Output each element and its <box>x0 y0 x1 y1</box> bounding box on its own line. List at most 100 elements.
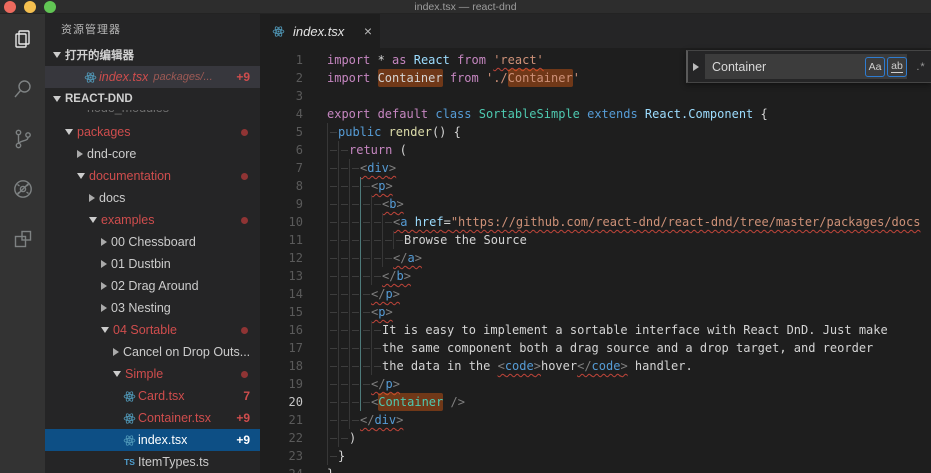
tab-bar: index.tsx × <box>260 14 931 48</box>
code-line[interactable]: 12 </a > <box>260 249 931 267</box>
indent-guide <box>327 375 338 393</box>
react-file-icon <box>121 434 138 447</box>
tree-item-card-tsx[interactable]: Card.tsx 7 <box>45 385 260 407</box>
indent-guide <box>327 321 338 339</box>
extensions-icon[interactable] <box>0 214 45 264</box>
regex-toggle[interactable]: .* <box>911 57 931 77</box>
code-line[interactable]: 19 </p > <box>260 375 931 393</box>
code-line[interactable]: 21 </div > <box>260 411 931 429</box>
chevron-right-icon <box>101 238 107 246</box>
code-token: p <box>378 305 386 319</box>
code-line[interactable]: 6 return ( <box>260 141 931 159</box>
find-toggle-replace-icon[interactable] <box>693 62 699 71</box>
tree-item-00-chessboard[interactable]: 00 Chessboard <box>45 231 260 253</box>
code-token: p <box>378 179 386 193</box>
react-file-icon <box>82 71 99 84</box>
editor-group: index.tsx × Container Aa ab .* 1 import *… <box>260 14 931 473</box>
code-line[interactable]: 14 </p > <box>260 285 931 303</box>
debug-icon[interactable] <box>0 164 45 214</box>
indent-guide <box>338 375 349 393</box>
code-line[interactable]: 15 < p > <box>260 303 931 321</box>
code-line[interactable]: 4 export default class SortableSimple ext… <box>260 105 931 123</box>
tree-item-simple[interactable]: Simple <box>45 363 260 385</box>
tree-item-index-tsx[interactable]: index.tsx +9 <box>45 429 260 451</box>
tree-item-03-nesting[interactable]: 03 Nesting <box>45 297 260 319</box>
open-editor-item[interactable]: index.tsx packages/... +9 <box>45 66 260 88</box>
tree-item-itemtypes-ts[interactable]: TS ItemTypes.ts <box>45 451 260 473</box>
explorer-icon[interactable] <box>0 14 45 64</box>
code-line[interactable]: 13 </b > <box>260 267 931 285</box>
code-line[interactable]: 7 < div > <box>260 159 931 177</box>
root-folder-header[interactable]: REACT-DND <box>45 88 260 110</box>
indent-guide <box>327 393 338 411</box>
typescript-file-icon: TS <box>124 457 135 467</box>
tree-item-container-tsx[interactable]: Container.tsx +9 <box>45 407 260 429</box>
tree-item-04-sortable[interactable]: 04 Sortable <box>45 319 260 341</box>
search-icon[interactable] <box>0 64 45 114</box>
close-tab-icon[interactable]: × <box>364 24 372 38</box>
code-line[interactable]: 17 the same component both a drag source … <box>260 339 931 357</box>
code-line[interactable]: 9 < b > <box>260 195 931 213</box>
line-number: 1 <box>295 53 303 67</box>
active-indent-guide <box>360 195 371 213</box>
code-line[interactable]: 20 < Container /> <box>260 393 931 411</box>
indent-guide <box>338 339 349 357</box>
open-editors-list: index.tsx packages/... +9 <box>45 66 260 88</box>
code-line[interactable]: 16 It is easy to implement a sortable int… <box>260 321 931 339</box>
code-token: code <box>504 359 534 373</box>
code-line[interactable]: 10 < a href = "https://github.com/react-dnd/… <box>260 213 931 231</box>
code-token: </ <box>393 251 408 265</box>
code-area[interactable]: 1 import * as React from 'react' 2 import C… <box>260 48 931 473</box>
title-bar: index.tsx — react-dnd <box>0 0 931 14</box>
react-file-icon <box>121 390 138 403</box>
line-number: 5 <box>295 125 303 139</box>
code-token: > <box>396 413 404 427</box>
code-token: < <box>371 179 379 193</box>
chevron-down-icon <box>113 371 121 377</box>
tree-item-documentation[interactable]: documentation <box>45 165 260 187</box>
tree-item-docs[interactable]: docs <box>45 187 260 209</box>
active-indent-guide <box>360 231 371 249</box>
code-line[interactable]: 11 Browse the Source <box>260 231 931 249</box>
chevron-right-icon <box>89 194 95 202</box>
code-token: 'react' <box>493 53 544 67</box>
tree-item-examples[interactable]: examples <box>45 209 260 231</box>
line-number: 8 <box>295 179 303 193</box>
indent-guide <box>338 159 349 177</box>
indent-guide <box>338 303 349 321</box>
indent-guide <box>349 159 360 177</box>
code-line[interactable]: 18 the data in the < code > hover </code > han… <box>260 357 931 375</box>
code-token: code <box>591 359 621 373</box>
indent-guide <box>327 177 338 195</box>
search-match: Container <box>507 69 573 87</box>
line-number: 12 <box>288 251 303 265</box>
code-line[interactable]: 23} <box>260 447 931 465</box>
tree-item-packages[interactable]: packages <box>45 121 260 143</box>
indent-guide <box>371 249 382 267</box>
indent-guide <box>338 195 349 213</box>
chevron-right-icon <box>113 348 119 356</box>
tree-item-01-dustbin[interactable]: 01 Dustbin <box>45 253 260 275</box>
code-line[interactable]: 5 public render() { <box>260 123 931 141</box>
source-control-icon[interactable] <box>0 114 45 164</box>
tree-item-cancel-on-drop-outs-[interactable]: Cancel on Drop Outs... <box>45 341 260 363</box>
open-editors-header[interactable]: 打开的编辑器 <box>45 44 260 66</box>
whole-word-toggle[interactable]: ab <box>887 56 907 77</box>
active-indent-guide <box>360 285 371 303</box>
code-line[interactable]: 22) <box>260 429 931 447</box>
code-token: from <box>449 71 486 85</box>
tab-index-tsx[interactable]: index.tsx × <box>260 14 380 48</box>
code-line[interactable]: 3 <box>260 87 931 105</box>
indent-guide <box>371 267 382 285</box>
code-token: hover <box>540 359 578 373</box>
indent-guide <box>349 231 360 249</box>
tree-item-02-drag-around[interactable]: 02 Drag Around <box>45 275 260 297</box>
code-line[interactable]: 8 < p > <box>260 177 931 195</box>
tree-item-dnd-core[interactable]: dnd-core <box>45 143 260 165</box>
indent-guide <box>371 321 382 339</box>
match-case-toggle[interactable]: Aa <box>865 56 885 77</box>
find-input[interactable]: Container Aa ab <box>705 54 907 79</box>
clipped-tree-item[interactable]: node_modules <box>45 110 260 121</box>
code-line[interactable]: 24} <box>260 465 931 473</box>
error-dot-badge <box>241 128 248 136</box>
